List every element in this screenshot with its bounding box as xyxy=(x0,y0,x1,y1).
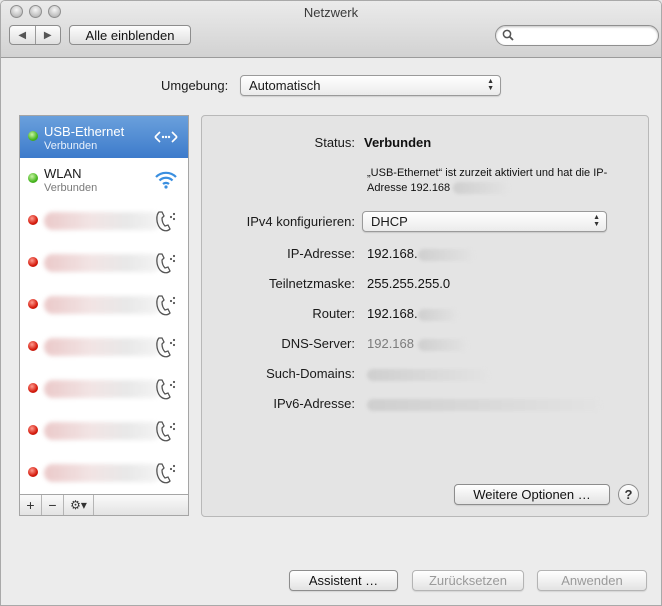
status-dot-red xyxy=(28,257,38,267)
assistant-button[interactable]: Assistent … xyxy=(289,570,398,591)
apply-button[interactable]: Anwenden xyxy=(537,570,647,591)
subnet-mask-value: 255.255.255.0 xyxy=(367,276,451,291)
advanced-options-button[interactable]: Weitere Optionen … xyxy=(454,484,610,505)
redacted-text xyxy=(453,182,510,195)
status-dot-red xyxy=(28,383,38,393)
redacted-service-name xyxy=(44,464,162,482)
service-name: USB-Ethernet xyxy=(44,124,125,139)
window-title: Netzwerk xyxy=(303,5,359,20)
router-label: Router: xyxy=(312,306,355,321)
remove-service-button[interactable]: − xyxy=(42,495,64,515)
service-item-modem[interactable] xyxy=(20,200,188,242)
redacted-service-name xyxy=(44,422,162,440)
service-item-usb-ethernet[interactable]: USB-Ethernet Verbunden xyxy=(20,116,188,158)
redacted-service-name xyxy=(44,338,162,356)
search-domains-value xyxy=(367,366,489,381)
revert-button[interactable]: Zurücksetzen xyxy=(412,570,524,591)
description-line-1: „USB-Ethernet“ ist zurzeit aktiviert und… xyxy=(367,167,608,179)
ipv4-configure-popup[interactable]: DHCP ▲ ▼ xyxy=(362,211,607,232)
dns-server-row: 192.168 xyxy=(367,336,468,351)
service-status: Verbunden xyxy=(44,182,98,194)
ethernet-icon xyxy=(154,131,178,143)
ip-address-label: IP-Adresse: xyxy=(287,246,355,261)
status-dot-green xyxy=(28,131,38,141)
location-popup[interactable]: Automatisch ▲ ▼ xyxy=(240,75,501,96)
back-arrow-icon[interactable]: ◀ xyxy=(10,26,35,44)
modem-icon xyxy=(156,379,176,400)
help-button[interactable]: ? xyxy=(618,484,639,505)
dns-server-value: 192.168 xyxy=(367,336,414,351)
modem-icon xyxy=(156,421,176,442)
ip-address-value: 192.168. xyxy=(367,246,418,261)
gear-menu-icon[interactable]: ⚙▾ xyxy=(64,495,94,515)
status-value: Verbunden xyxy=(364,135,432,150)
subnet-mask-label: Teilnetzmaske: xyxy=(269,276,355,291)
status-dot-red xyxy=(28,467,38,477)
add-service-button[interactable]: + xyxy=(20,495,42,515)
search-field[interactable] xyxy=(495,25,659,46)
titlebar: Netzwerk ◀ ▶ Alle einblenden xyxy=(1,1,661,58)
status-dot-red xyxy=(28,299,38,309)
status-dot-red xyxy=(28,425,38,435)
ipv6-address-value xyxy=(367,396,601,411)
service-name: WLAN xyxy=(44,166,82,181)
ipv4-configure-value: DHCP xyxy=(371,214,408,229)
search-domains-label: Such-Domains: xyxy=(266,366,355,381)
status-dot-red xyxy=(28,215,38,225)
network-preferences-window: Netzwerk ◀ ▶ Alle einblenden Umgebung: A… xyxy=(0,0,662,606)
service-item-modem[interactable] xyxy=(20,452,188,494)
service-item-modem[interactable] xyxy=(20,284,188,326)
redacted-text xyxy=(367,398,601,411)
ipv4-configure-label: IPv4 konfigurieren: xyxy=(246,214,355,229)
status-dot-green xyxy=(28,173,38,183)
modem-icon xyxy=(156,253,176,274)
redacted-text xyxy=(417,308,458,321)
redacted-text xyxy=(417,248,474,261)
service-list-toolbar: + − ⚙▾ xyxy=(19,495,189,516)
status-label: Status: xyxy=(314,135,355,150)
search-icon xyxy=(502,29,514,44)
ip-address-row: 192.168. xyxy=(367,246,474,261)
service-status: Verbunden xyxy=(44,140,98,152)
modem-icon xyxy=(156,211,176,232)
forward-arrow-icon[interactable]: ▶ xyxy=(34,26,61,44)
service-item-modem[interactable] xyxy=(20,242,188,284)
dns-server-label: DNS-Server: xyxy=(281,336,355,351)
service-item-modem[interactable] xyxy=(20,410,188,452)
modem-icon xyxy=(156,463,176,484)
popup-arrows-icon: ▲ ▼ xyxy=(593,214,600,228)
redacted-service-name xyxy=(44,380,162,398)
redacted-service-name xyxy=(44,254,162,272)
modem-icon xyxy=(156,295,176,316)
router-value: 192.168. xyxy=(367,306,418,321)
ipv6-address-label: IPv6-Adresse: xyxy=(273,396,355,411)
service-item-modem[interactable] xyxy=(20,326,188,368)
redacted-text xyxy=(417,338,468,351)
wifi-icon xyxy=(155,171,177,189)
description-line-2-wrap: Adresse 192.168 xyxy=(367,181,637,196)
redacted-text xyxy=(367,368,489,381)
location-label: Umgebung: xyxy=(161,78,229,93)
redacted-service-name xyxy=(44,296,162,314)
service-item-wlan[interactable]: WLAN Verbunden xyxy=(20,158,188,200)
popup-arrows-icon: ▲ ▼ xyxy=(487,78,494,92)
description-line-2: Adresse 192.168 xyxy=(367,182,451,194)
back-forward-control: ◀ ▶ xyxy=(9,25,61,45)
service-list: USB-Ethernet Verbunden WLAN Verbunden xyxy=(19,115,189,495)
status-description: „USB-Ethernet“ ist zurzeit aktiviert und… xyxy=(367,166,637,196)
service-item-modem[interactable] xyxy=(20,368,188,410)
location-value: Automatisch xyxy=(249,78,321,93)
redacted-service-name xyxy=(44,212,162,230)
status-dot-red xyxy=(28,341,38,351)
modem-icon xyxy=(156,337,176,358)
show-all-button[interactable]: Alle einblenden xyxy=(69,25,191,45)
router-row: 192.168. xyxy=(367,306,458,321)
